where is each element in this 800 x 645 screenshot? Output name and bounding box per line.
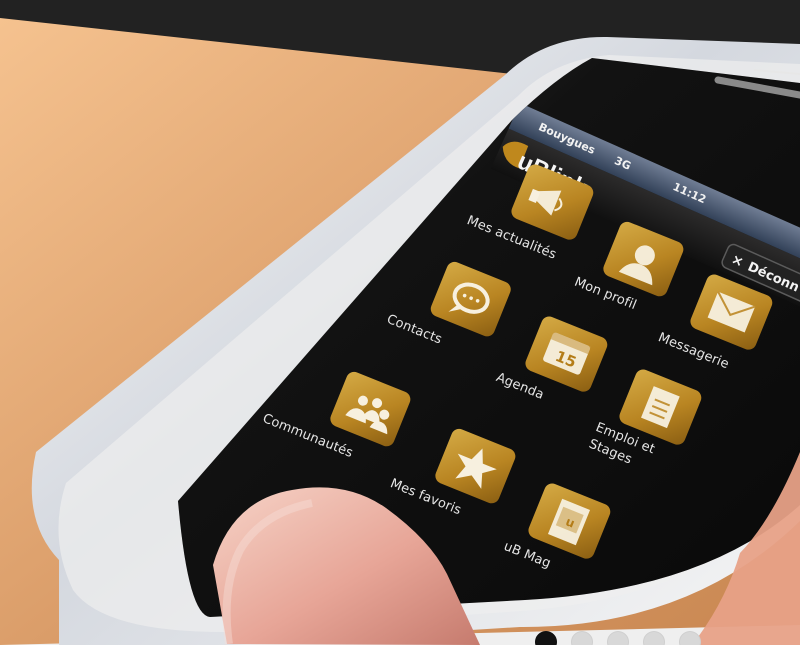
carousel-dot-4[interactable] — [643, 631, 665, 645]
photo-frame: Bouygues 3G 11:12 uBlink × Déconn Mes ac… — [0, 0, 800, 645]
carousel-dot-5[interactable] — [679, 631, 701, 645]
carousel-dot-3[interactable] — [607, 631, 629, 645]
carousel-dot-2[interactable] — [571, 631, 593, 645]
carousel-dot-1[interactable] — [535, 631, 557, 645]
carousel-dots — [535, 631, 701, 645]
smartphone-photo: Bouygues 3G 11:12 uBlink × Déconn Mes ac… — [0, 18, 800, 645]
